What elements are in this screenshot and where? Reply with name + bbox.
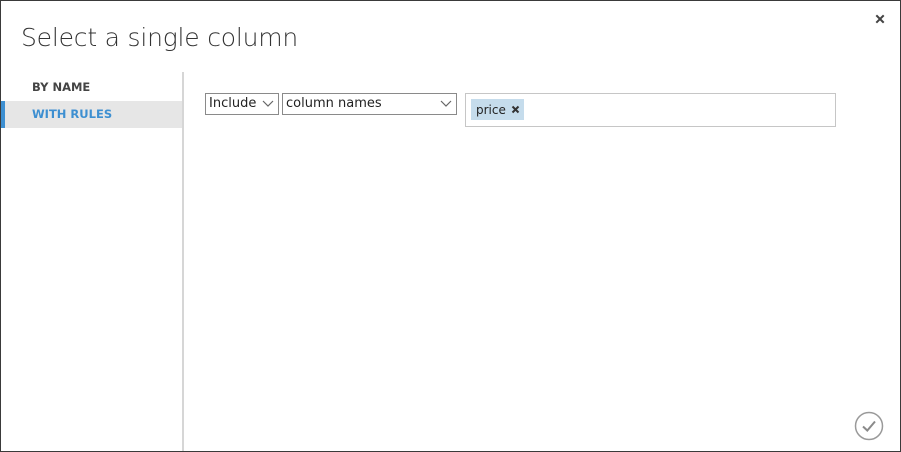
column-names-input[interactable]: price (465, 93, 836, 127)
rule-type-value: column names (286, 96, 382, 111)
chevron-down-icon (440, 100, 452, 107)
confirm-button[interactable] (854, 411, 884, 441)
column-tag-label: price (476, 102, 506, 117)
remove-tag-icon[interactable] (511, 105, 520, 114)
checkmark-icon (854, 411, 884, 441)
include-exclude-dropdown[interactable]: Include (205, 93, 279, 115)
chevron-down-icon (262, 100, 274, 107)
sidebar-item-by-name[interactable]: BY NAME (1, 74, 182, 101)
sidebar: BY NAME WITH RULES (1, 72, 184, 451)
select-column-dialog: Select a single column BY NAME WITH RULE… (0, 0, 901, 452)
sidebar-item-with-rules[interactable]: WITH RULES (1, 101, 182, 128)
include-exclude-value: Include (209, 96, 257, 111)
close-icon[interactable] (872, 11, 888, 27)
dialog-title: Select a single column (21, 23, 299, 52)
rule-type-dropdown[interactable]: column names (282, 93, 457, 115)
sidebar-item-label: BY NAME (32, 80, 91, 94)
sidebar-item-label: WITH RULES (32, 107, 113, 121)
column-tag: price (471, 99, 524, 120)
